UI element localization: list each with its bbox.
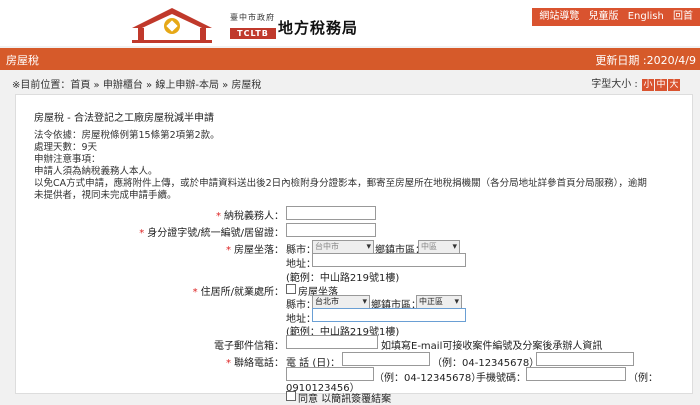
logo-acronym: TCLTB (230, 28, 276, 39)
font-large-button[interactable]: 大 (668, 79, 680, 91)
res-address-input[interactable] (312, 308, 466, 322)
content-panel: 房屋稅 - 合法登記之工廠房屋稅減半申請 法令依據：房屋稅條例第15條第2項第2… (15, 94, 693, 405)
res-city-select[interactable]: 台北市 (312, 295, 370, 309)
same-as-house-checkbox[interactable] (286, 284, 296, 294)
link-sitemap[interactable]: 網站導覽 (539, 11, 579, 22)
site-header: 臺中市政府 TCLTB 地方稅務局 網站導覽 兒童版 English 回首 (0, 0, 700, 46)
page-titlebar: 房屋稅 更新日期 :2020/4/9 (0, 48, 700, 70)
font-small-button[interactable]: 小 (642, 79, 654, 91)
phone-label: * 聯絡電話： (226, 358, 284, 369)
house-address-input[interactable] (312, 253, 466, 267)
id-input[interactable] (286, 223, 376, 237)
residence-label: * 住居所/就業處所： (192, 287, 284, 298)
update-date: 更新日期 :2020/4/9 (595, 54, 696, 67)
id-label: * 身分證字號/統一編號/居留證： (139, 228, 284, 239)
link-home[interactable]: 回首 (673, 11, 693, 22)
res-district-select[interactable]: 中正區 (416, 295, 462, 309)
mobile-input-top[interactable] (536, 352, 634, 366)
taxpayer-input[interactable] (286, 206, 376, 220)
phone-day-example: （例：04-12345678） (432, 358, 540, 369)
logo-title: 地方稅務局 (278, 19, 359, 37)
font-size-control: 字型大小 : 小中大 (591, 75, 680, 91)
phone-night-example: （例：04-12345678） (374, 373, 482, 384)
font-size-label: 字型大小 : (591, 79, 638, 90)
email-note: 如填寫E-mail可接收案件編號及分案後承辦人資訊 (381, 341, 603, 352)
sms-agree-label: 同意 以簡訊簽覆結案 (298, 394, 392, 405)
link-kids[interactable]: 兒童版 (589, 11, 619, 22)
house-address-example: (範例：中山路219號1樓) (286, 273, 400, 284)
link-english[interactable]: English (628, 11, 664, 22)
email-label: 電子郵件信箱： (214, 341, 284, 352)
phone-day-input[interactable] (342, 352, 430, 366)
logo-subtitle: 臺中市政府 (230, 13, 275, 22)
taxpayer-label: * 納稅義務人： (216, 211, 284, 222)
house-city-select[interactable]: 台中市 (312, 240, 374, 254)
breadcrumb[interactable]: ※目前位置：首頁 » 申辦櫃台 » 線上申辦-本局 » 房屋稅 (12, 76, 261, 91)
house-district-select[interactable]: 中區 (418, 240, 460, 254)
sms-agree-checkbox[interactable] (286, 391, 296, 401)
mobile-label: 手機號碼： (476, 373, 526, 384)
breadcrumb-bar: ※目前位置：首頁 » 申辦櫃台 » 線上申辦-本局 » 房屋稅 字型大小 : 小… (0, 70, 700, 94)
email-input[interactable] (286, 335, 378, 349)
font-medium-button[interactable]: 中 (655, 79, 667, 91)
mobile-input[interactable] (526, 367, 626, 381)
info-note-3: 未提供者，視同未完成申請手續。 (34, 190, 177, 201)
top-links: 網站導覽 兒童版 English 回首 (532, 8, 700, 26)
mobile-example-open: （例： (628, 373, 658, 384)
house-location-label: * 房屋坐落： (226, 245, 284, 256)
logo-icon[interactable] (130, 6, 214, 44)
form-title: 房屋稅 - 合法登記之工廠房屋稅減半申請 (34, 113, 214, 124)
page-title: 房屋稅 (6, 54, 39, 67)
